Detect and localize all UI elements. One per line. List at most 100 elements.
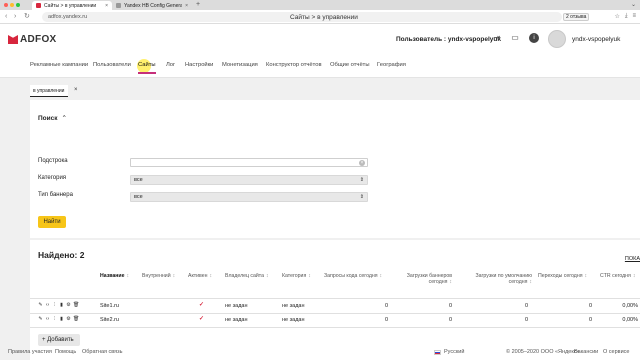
page-title: Сайты > в управлении [290,14,358,21]
sort-icon: ↕ [449,279,452,285]
find-button[interactable]: Найти [38,216,66,228]
category-label: Категория [38,175,67,181]
stats-icon[interactable]: ▮ [59,317,64,322]
menu-item-geography[interactable]: География [377,62,406,68]
col-header-label: Переходы сегодня [538,273,583,279]
select-arrows-icon: ⇕ [359,177,364,183]
stats-icon[interactable]: ▮ [59,303,64,308]
active-check-icon: ✓ [199,316,205,322]
close-tab-icon[interactable]: × [105,3,108,9]
menu-item-log[interactable]: Лог [166,62,175,68]
avatar-username[interactable]: yndx-vspopelyuk [572,36,620,43]
results-count: Найдено: 2 [38,250,85,260]
reload-icon[interactable]: ↻ [24,13,30,21]
login-as-icon[interactable]: ⇥ [492,33,502,43]
col-header-default-loads[interactable]: Загрузки по умолчанию сегодня ↕ [460,273,532,285]
forward-icon[interactable]: › [14,13,16,21]
menu-item-users[interactable]: Пользователи [93,62,131,68]
avatar[interactable] [548,30,566,48]
col-header-label: CTR сегодня [600,273,631,279]
col-header-requests[interactable]: Запросы кода сегодня ↕ [324,273,390,279]
category-select[interactable]: все ⇕ [130,175,368,185]
col-header-owner[interactable]: Владелец сайта ↕ [225,273,269,279]
tree-icon[interactable]: ⫶ [52,317,57,322]
address-bar: ‹ › ↻ adfox.yandex.ru Сайты > в управлен… [0,10,640,24]
clear-input-icon[interactable]: × [359,160,365,166]
col-header-name[interactable]: Название ↕ [100,273,129,279]
col-header-ctr[interactable]: CTR сегодня ↕ [600,273,635,279]
default-loads-cell: 0 [524,303,528,309]
footer-link-feedback[interactable]: Обратная связь [82,349,123,355]
window-controls[interactable] [4,3,20,7]
maximize-window-icon[interactable] [16,3,20,7]
reviews-badge[interactable]: 2 отзыва [563,13,590,21]
col-header-banner-loads[interactable]: Загрузки баннеров сегодня ↕ [396,273,452,285]
main-menu: Рекламные кампании Пользователи Сайты Ло… [0,56,640,78]
col-header-category[interactable]: Категория ↕ [282,273,311,279]
footer-link-about[interactable]: О сервисе [603,349,629,355]
banner-loads-cell: 0 [448,303,452,309]
language-selector[interactable]: Русский [444,349,464,355]
menu-item-general-reports[interactable]: Общие отчёты [330,62,370,68]
browser-toolbar-icons: ☆ ⤓ ≡ [614,13,636,20]
menu-item-monetization[interactable]: Монетизация [222,62,258,68]
new-tab-button[interactable]: + [196,1,200,8]
show-columns-link[interactable]: ПОКА [625,256,640,262]
logo-text: ADFOX [20,34,57,45]
col-header-internal[interactable]: Внутренний ↕ [142,273,175,279]
delete-icon[interactable]: 🗑 [73,317,79,322]
close-window-icon[interactable] [4,3,8,7]
settings-icon[interactable]: ⚙ [66,303,71,308]
browser-tab-hb-config[interactable]: Yandex HB Config Generat × [112,1,192,10]
settings-icon[interactable]: ⚙ [66,317,71,322]
menu-item-campaigns[interactable]: Рекламные кампании [30,62,88,68]
row-divider [30,313,640,314]
adfox-logo-icon [8,35,18,44]
current-user-label: Пользователь : yndx-vspopelyuk [396,36,501,43]
bookmark-icon[interactable]: ☆ [614,13,619,20]
banner-type-select[interactable]: все ⇕ [130,192,368,202]
subtab-managed[interactable]: в управлении [30,85,68,97]
site-name-link[interactable]: Site2.ru [100,317,119,323]
ctr-cell: 0,00% [622,303,638,309]
tree-icon[interactable]: ⫶ [52,303,57,308]
download-icon[interactable]: ⤓ [625,13,628,20]
browser-tab-title: Yandex HB Config Generat [124,2,183,9]
substring-input[interactable]: × [130,158,368,167]
footer-link-vacancies[interactable]: Вакансии [574,349,598,355]
col-header-label: Загрузки баннеров сегодня [406,273,452,285]
menu-item-report-builder[interactable]: Конструктор отчётов [266,62,322,68]
adfox-logo[interactable]: ADFOX [8,34,57,45]
delete-icon[interactable]: 🗑 [73,303,79,308]
clicks-cell: 0 [588,317,592,323]
menu-item-settings[interactable]: Настройки [185,62,213,68]
menu-item-sites[interactable]: Сайты [138,62,156,74]
code-icon[interactable]: ‹› [45,317,50,322]
search-section-toggle[interactable]: Поиск ⌃ [38,114,67,122]
info-icon[interactable]: i [529,33,539,43]
footer-link-rules[interactable]: Правила участия [8,349,52,355]
owner-cell: не задан [225,303,248,309]
edit-icon[interactable]: ✎ [38,303,43,308]
back-icon[interactable]: ‹ [5,13,7,21]
edit-icon[interactable]: ✎ [38,317,43,322]
sort-icon: ↕ [209,273,213,279]
adfox-favicon-icon [36,3,41,8]
col-header-clicks[interactable]: Переходы сегодня ↕ [538,273,587,279]
footer-copyright: © 2005–2020 ООО «Яндекс» [506,349,580,355]
tab-list-chevron-icon[interactable]: ⌄ [631,1,636,8]
footer-link-help[interactable]: Помощь [55,349,76,355]
minimize-window-icon[interactable] [10,3,14,7]
close-subtab-icon[interactable]: × [74,87,78,93]
category-cell: не задан [282,317,305,323]
code-icon[interactable]: ‹› [45,303,50,308]
feedback-icon[interactable]: ▭ [510,33,520,43]
close-tab-icon[interactable]: × [185,3,188,9]
browser-menu-icon[interactable]: ≡ [632,13,636,20]
requests-cell: 0 [384,317,388,323]
col-header-active[interactable]: Активен ↕ [188,273,212,279]
search-section-title: Поиск [38,115,58,122]
site-name-link[interactable]: Site1.ru [100,303,119,309]
browser-tab-sites[interactable]: Сайты > в управлении × [32,1,112,10]
ctr-cell: 0,00% [622,317,638,323]
